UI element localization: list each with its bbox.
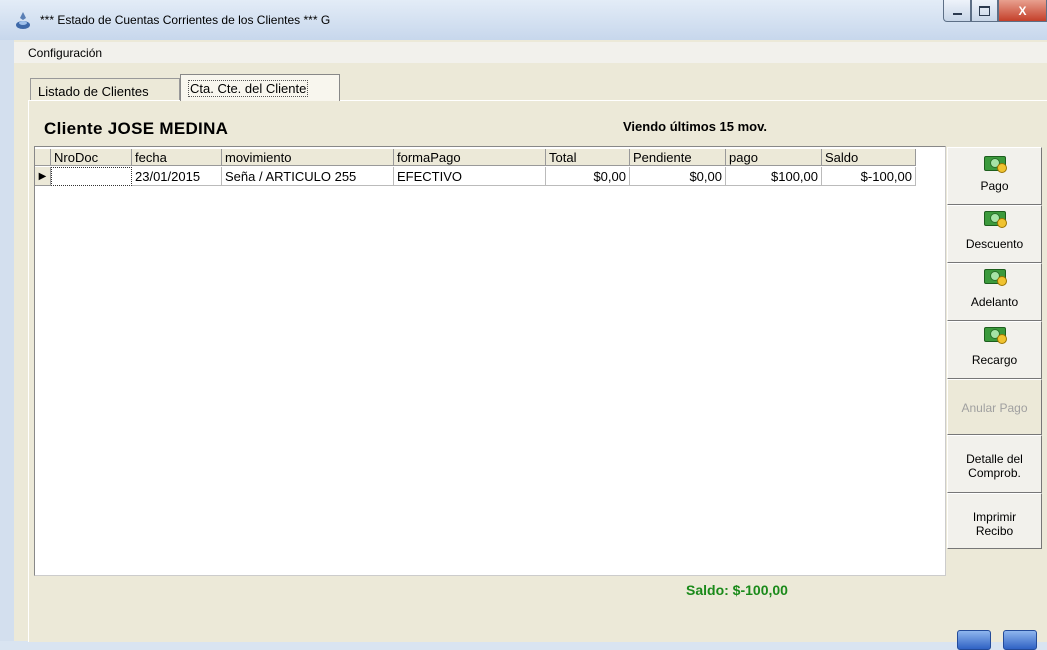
- menu-configuracion[interactable]: Configuración: [28, 46, 102, 60]
- column-header-formapago[interactable]: formaPago: [394, 149, 546, 166]
- minimize-icon: [952, 12, 962, 15]
- window-frame-left: [0, 40, 14, 641]
- cell-pago[interactable]: $100,00: [726, 167, 822, 186]
- cell-movimiento[interactable]: Seña / ARTICULO 255: [222, 167, 394, 186]
- column-header-saldo[interactable]: Saldo: [822, 149, 916, 166]
- tab-cta-cte-cliente[interactable]: Cta. Cte. del Cliente: [180, 74, 340, 101]
- app-icon: [16, 12, 30, 29]
- close-button[interactable]: X: [998, 0, 1047, 22]
- menu-bar: [14, 42, 1047, 63]
- imprimir-label-line1: Imprimir: [972, 510, 1017, 524]
- column-header-total[interactable]: Total: [546, 149, 630, 166]
- client-name-label: Cliente JOSE MEDINA: [44, 119, 229, 138]
- anular-pago-button[interactable]: Anular Pago: [947, 379, 1042, 435]
- money-icon: [983, 325, 1007, 344]
- tab-label: Listado de Clientes: [38, 84, 149, 99]
- imprimir-label-line2: Recibo: [975, 524, 1014, 538]
- adelanto-button[interactable]: Adelanto: [947, 263, 1042, 321]
- detalle-label-line2: Comprob.: [968, 466, 1021, 480]
- grid-corner: [35, 149, 51, 166]
- anular-pago-label: Anular Pago: [961, 401, 1028, 415]
- saldo-total-label: Saldo: $-100,00: [686, 582, 788, 598]
- tab-listado-clientes[interactable]: Listado de Clientes: [30, 78, 180, 100]
- column-header-pago[interactable]: pago: [726, 149, 822, 166]
- maximize-icon: [979, 5, 990, 16]
- detalle-comprobante-button[interactable]: Detalle del Comprob.: [947, 435, 1042, 493]
- detalle-label-line1: Detalle del: [966, 452, 1023, 466]
- column-header-fecha[interactable]: fecha: [132, 149, 222, 166]
- descuento-button[interactable]: Descuento: [947, 205, 1042, 263]
- recargo-button[interactable]: Recargo: [947, 321, 1042, 379]
- column-header-nrodoc[interactable]: NroDoc: [51, 149, 132, 166]
- cell-total[interactable]: $0,00: [546, 167, 630, 186]
- recargo-label: Recargo: [971, 353, 1018, 367]
- money-icon: [983, 267, 1007, 286]
- cell-saldo[interactable]: $-100,00: [822, 167, 916, 186]
- window-icon[interactable]: [957, 630, 991, 650]
- money-icon: [983, 209, 1007, 228]
- window-icon[interactable]: [1003, 630, 1037, 650]
- money-icon: [983, 154, 1007, 173]
- column-header-pendiente[interactable]: Pendiente: [630, 149, 726, 166]
- minimize-button[interactable]: [943, 0, 971, 22]
- cell-formapago[interactable]: EFECTIVO: [394, 167, 546, 186]
- adelanto-label: Adelanto: [970, 295, 1019, 309]
- movements-grid[interactable]: [34, 146, 946, 576]
- descuento-label: Descuento: [965, 237, 1024, 251]
- cell-fecha[interactable]: 23/01/2015: [132, 167, 222, 186]
- column-header-movimiento[interactable]: movimiento: [222, 149, 394, 166]
- row-selector-icon[interactable]: ▶: [35, 167, 51, 186]
- viewing-count-label: Viendo últimos 15 mov.: [623, 119, 767, 134]
- maximize-button[interactable]: [971, 0, 998, 22]
- cell-pendiente[interactable]: $0,00: [630, 167, 726, 186]
- close-icon: X: [1018, 3, 1027, 18]
- pago-button[interactable]: Pago: [947, 147, 1042, 205]
- pago-label: Pago: [980, 179, 1009, 193]
- tab-label: Cta. Cte. del Cliente: [188, 80, 309, 97]
- window-title: *** Estado de Cuentas Corrientes de los …: [40, 13, 331, 27]
- cell-nrodoc[interactable]: [51, 167, 132, 186]
- imprimir-recibo-button[interactable]: Imprimir Recibo: [947, 493, 1042, 549]
